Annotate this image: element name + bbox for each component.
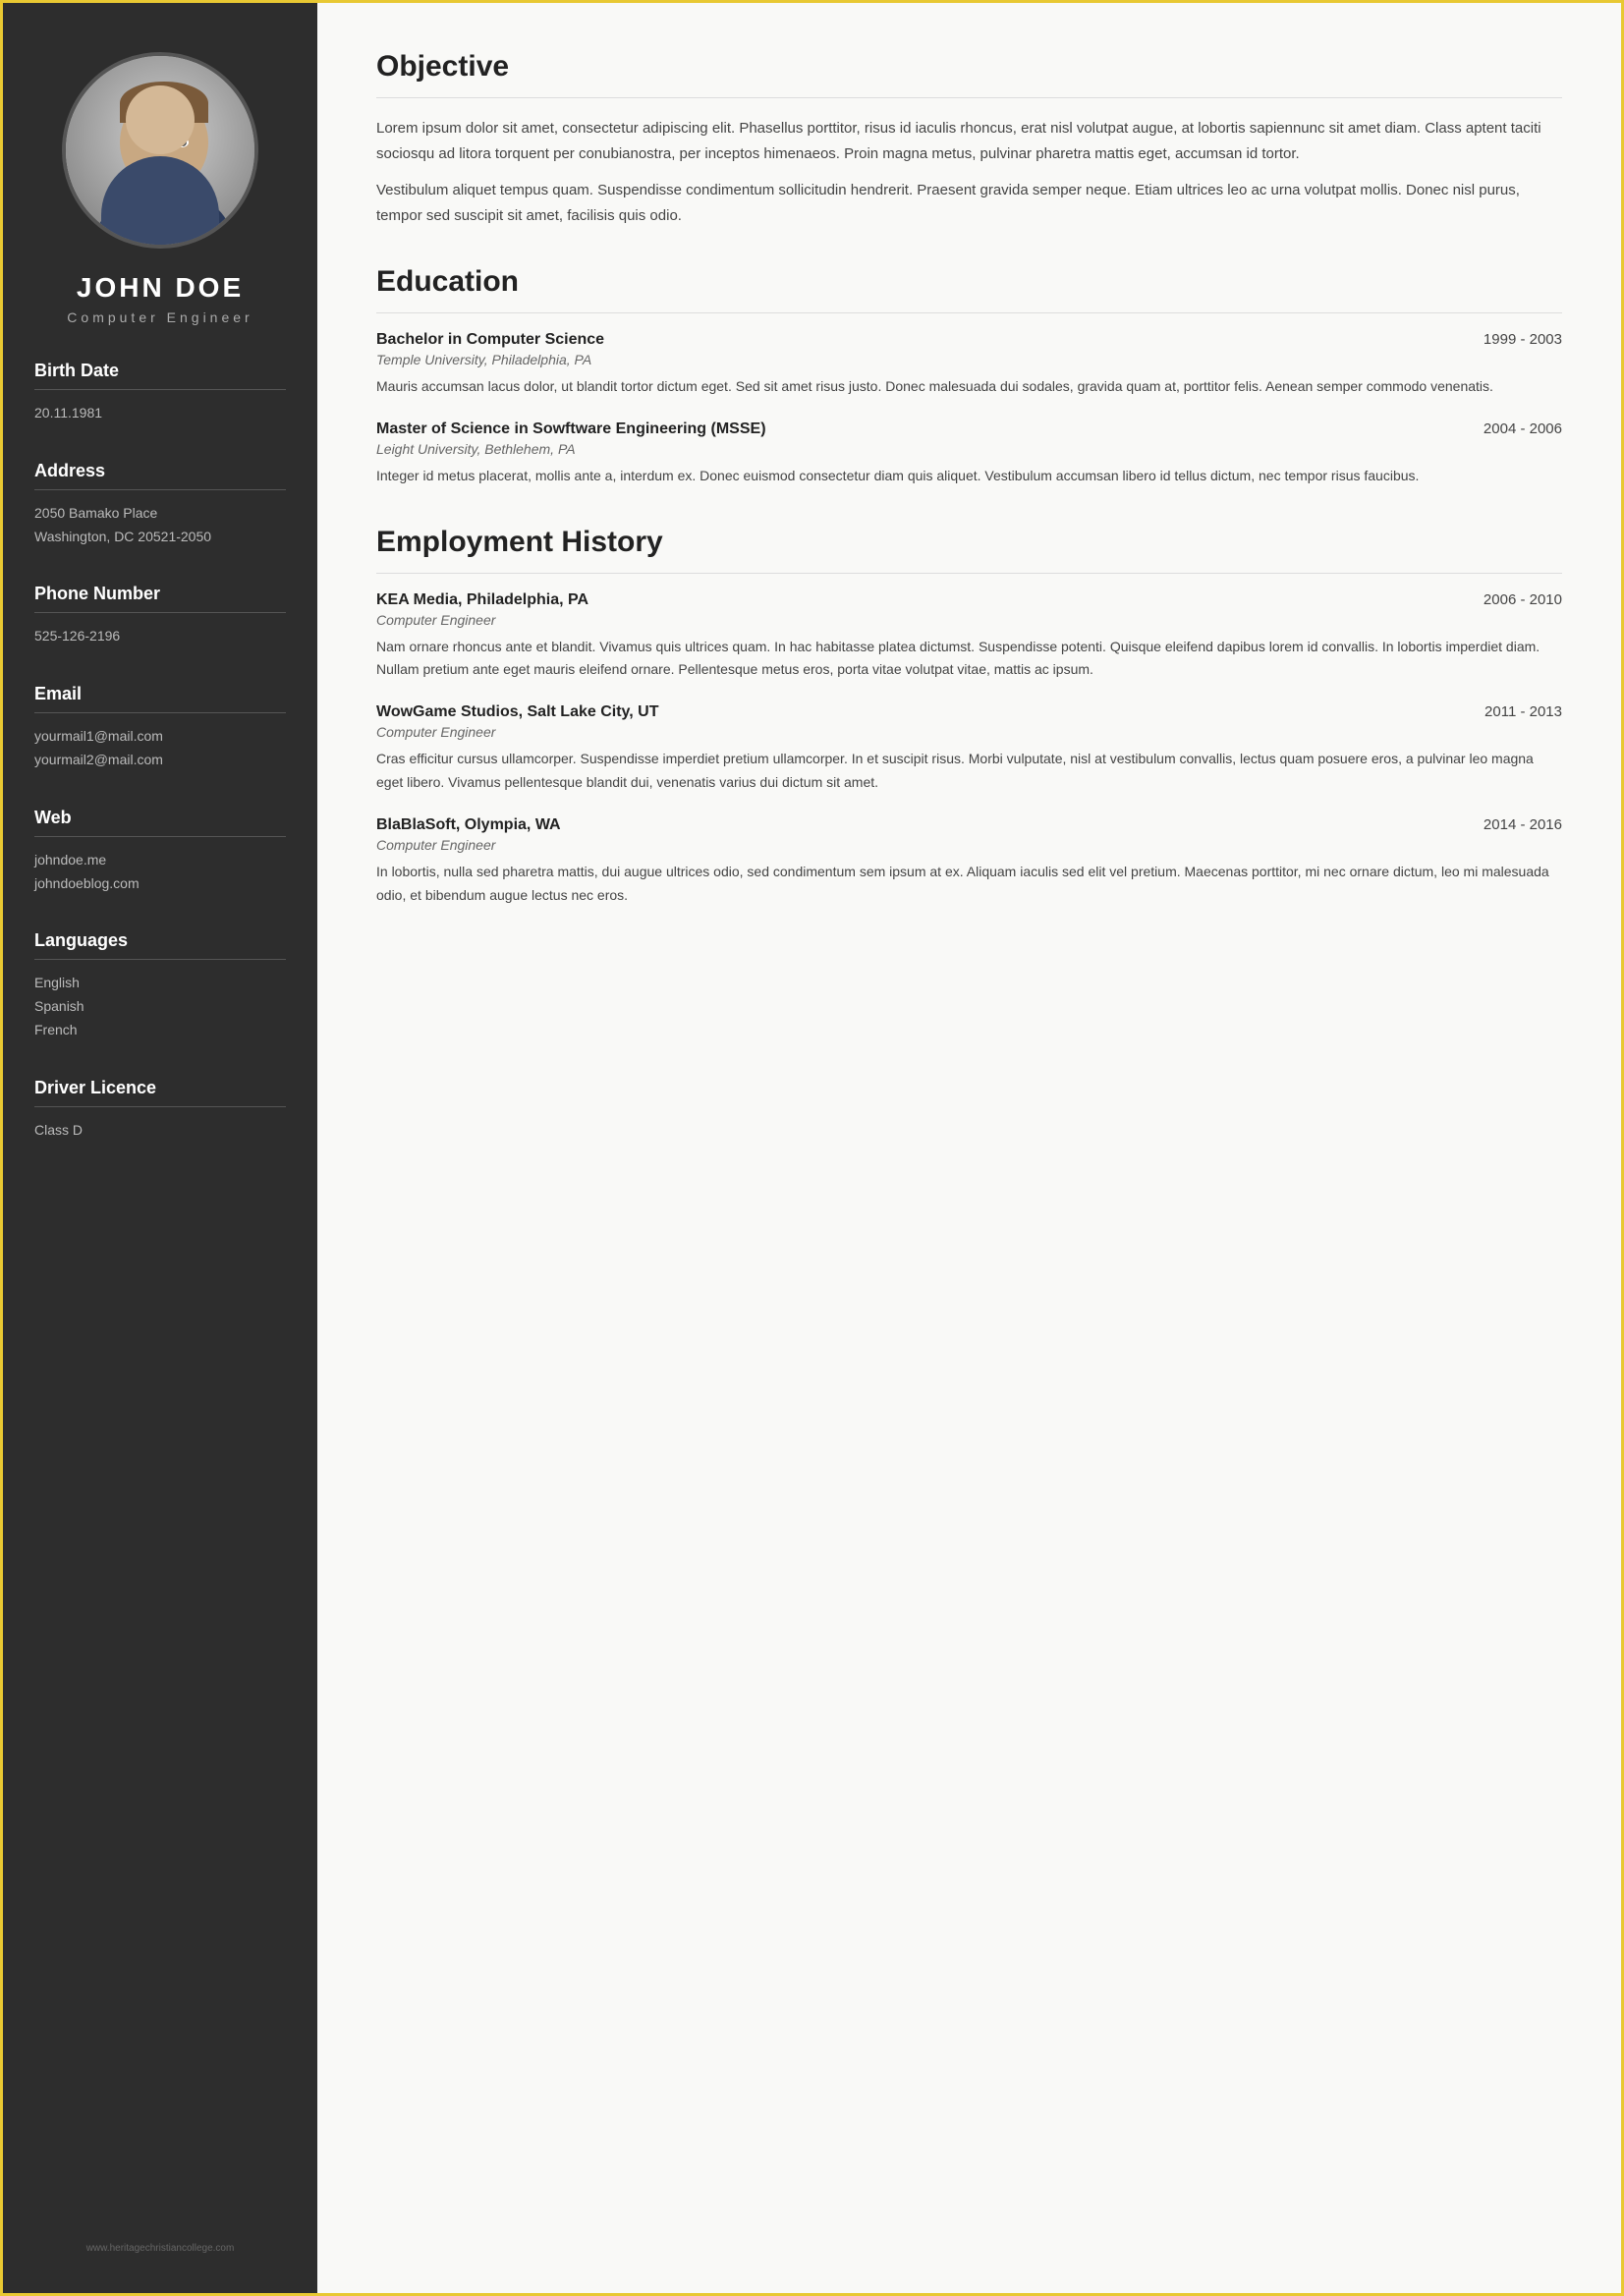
emp-entry-3-role: Computer Engineer (376, 837, 1562, 853)
emp-entry-2: WowGame Studios, Salt Lake City, UT 2011… (376, 703, 1562, 795)
objective-divider (376, 97, 1562, 98)
education-section: Education Bachelor in Computer Science 1… (376, 265, 1562, 488)
edu-entry-1-dates: 1999 - 2003 (1484, 331, 1562, 348)
emp-entry-3-header: BlaBlaSoft, Olympia, WA 2014 - 2016 (376, 816, 1562, 834)
emp-entry-1-company: KEA Media, Philadelphia, PA (376, 591, 588, 609)
phone-value: 525-126-2196 (34, 625, 286, 648)
objective-p2: Vestibulum aliquet tempus quam. Suspendi… (376, 178, 1562, 228)
emp-entry-2-role: Computer Engineer (376, 724, 1562, 740)
address-label: Address (34, 461, 286, 481)
education-divider (376, 312, 1562, 313)
emp-entry-3-body: In lobortis, nulla sed pharetra mattis, … (376, 861, 1562, 908)
employment-title: Employment History (376, 526, 1562, 559)
email1-value: yourmail1@mail.com (34, 725, 286, 749)
phone-divider (34, 612, 286, 613)
edu-entry-1: Bachelor in Computer Science 1999 - 2003… (376, 331, 1562, 399)
address-line2: Washington, DC 20521-2050 (34, 526, 286, 549)
avatar-image (66, 56, 254, 245)
emp-entry-2-body: Cras efficitur cursus ullamcorper. Suspe… (376, 748, 1562, 795)
driver-value: Class D (34, 1119, 286, 1143)
emp-entry-1-header: KEA Media, Philadelphia, PA 2006 - 2010 (376, 591, 1562, 609)
web-label: Web (34, 808, 286, 828)
emp-entry-2-header: WowGame Studios, Salt Lake City, UT 2011… (376, 703, 1562, 721)
languages-divider (34, 959, 286, 960)
birth-date-label: Birth Date (34, 361, 286, 381)
emp-entry-3: BlaBlaSoft, Olympia, WA 2014 - 2016 Comp… (376, 816, 1562, 908)
driver-label: Driver Licence (34, 1078, 286, 1098)
language2-value: Spanish (34, 995, 286, 1019)
languages-section: Languages English Spanish French (3, 930, 317, 1041)
edu-entry-1-body: Mauris accumsan lacus dolor, ut blandit … (376, 375, 1562, 399)
main-content: Objective Lorem ipsum dolor sit amet, co… (317, 3, 1621, 2293)
edu-entry-2-body: Integer id metus placerat, mollis ante a… (376, 465, 1562, 488)
language1-value: English (34, 972, 286, 995)
person-title: Computer Engineer (67, 309, 252, 325)
phone-label: Phone Number (34, 584, 286, 604)
address-line1: 2050 Bamako Place (34, 502, 286, 526)
email2-value: yourmail2@mail.com (34, 749, 286, 772)
employment-section: Employment History KEA Media, Philadelph… (376, 526, 1562, 908)
edu-entry-1-header: Bachelor in Computer Science 1999 - 2003 (376, 331, 1562, 349)
address-divider (34, 489, 286, 490)
birth-date-value: 20.11.1981 (34, 402, 286, 425)
birth-date-divider (34, 389, 286, 390)
avatar (62, 52, 258, 249)
footer-url: www.heritagechristiancollege.com (86, 2227, 235, 2254)
web1-value: johndoe.me (34, 849, 286, 872)
email-section: Email yourmail1@mail.com yourmail2@mail.… (3, 684, 317, 772)
emp-entry-1-dates: 2006 - 2010 (1484, 591, 1562, 608)
emp-entry-1-role: Computer Engineer (376, 612, 1562, 628)
phone-section: Phone Number 525-126-2196 (3, 584, 317, 648)
edu-entry-2-header: Master of Science in Sowftware Engineeri… (376, 420, 1562, 438)
edu-entry-2-institution: Leight University, Bethlehem, PA (376, 441, 1562, 457)
edu-entry-2: Master of Science in Sowftware Engineeri… (376, 420, 1562, 488)
driver-section: Driver Licence Class D (3, 1078, 317, 1143)
emp-entry-3-company: BlaBlaSoft, Olympia, WA (376, 816, 561, 834)
person-name: JOHN DOE (77, 272, 244, 304)
emp-entry-2-company: WowGame Studios, Salt Lake City, UT (376, 703, 658, 721)
language3-value: French (34, 1019, 286, 1042)
emp-entry-1: KEA Media, Philadelphia, PA 2006 - 2010 … (376, 591, 1562, 683)
languages-label: Languages (34, 930, 286, 951)
birth-date-section: Birth Date 20.11.1981 (3, 361, 317, 425)
resume-container: JOHN DOE Computer Engineer Birth Date 20… (0, 0, 1624, 2296)
objective-title: Objective (376, 50, 1562, 84)
emp-entry-1-body: Nam ornare rhoncus ante et blandit. Viva… (376, 636, 1562, 683)
edu-entry-1-institution: Temple University, Philadelphia, PA (376, 352, 1562, 367)
edu-entry-2-dates: 2004 - 2006 (1484, 420, 1562, 437)
employment-divider (376, 573, 1562, 574)
web-divider (34, 836, 286, 837)
edu-entry-1-degree: Bachelor in Computer Science (376, 331, 604, 349)
address-section: Address 2050 Bamako Place Washington, DC… (3, 461, 317, 549)
emp-entry-2-dates: 2011 - 2013 (1484, 703, 1562, 720)
emp-entry-3-dates: 2014 - 2016 (1484, 816, 1562, 833)
email-divider (34, 712, 286, 713)
edu-entry-2-degree: Master of Science in Sowftware Engineeri… (376, 420, 766, 438)
objective-section: Objective Lorem ipsum dolor sit amet, co… (376, 50, 1562, 228)
education-title: Education (376, 265, 1562, 299)
email-label: Email (34, 684, 286, 704)
sidebar: JOHN DOE Computer Engineer Birth Date 20… (3, 3, 317, 2293)
web-section: Web johndoe.me johndoeblog.com (3, 808, 317, 896)
objective-p1: Lorem ipsum dolor sit amet, consectetur … (376, 116, 1562, 166)
web2-value: johndoeblog.com (34, 872, 286, 896)
driver-divider (34, 1106, 286, 1107)
